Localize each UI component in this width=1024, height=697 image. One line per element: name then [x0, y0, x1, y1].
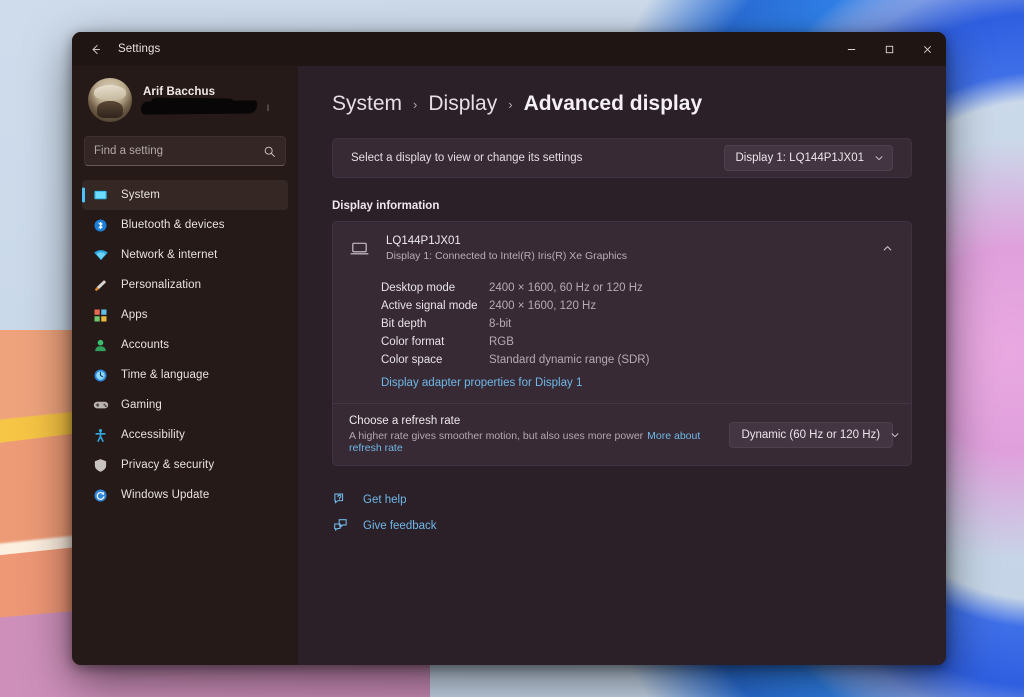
search-input[interactable]: [94, 145, 263, 157]
refresh-rate-description: A higher rate gives smoother motion, but…: [349, 430, 644, 442]
settings-window: Settings Arif Bacchus l Find a setting S…: [72, 32, 946, 665]
main-content: System › Display › Advanced display Sele…: [298, 66, 946, 665]
feedback-icon: [332, 518, 348, 533]
account-email-redacted: l: [140, 99, 269, 115]
sidebar-item-label: System: [121, 189, 160, 201]
footer-link-label: Get help: [363, 493, 407, 506]
monitor-connection: Display 1: Connected to Intel(R) Iris(R)…: [386, 250, 628, 262]
spec-key: Color format: [381, 336, 445, 348]
spec-key: Color space: [381, 354, 443, 366]
display-information-title: Display information: [332, 200, 440, 212]
display-select-value: Display 1: LQ144P1JX01: [735, 152, 865, 164]
sidebar-item-label: Accounts: [121, 339, 170, 351]
sidebar-item-bluetooth-devices[interactable]: Bluetooth & devices: [82, 210, 288, 240]
spec-value: Standard dynamic range (SDR): [489, 354, 650, 366]
breadcrumb-item-system[interactable]: System: [332, 92, 402, 116]
help-question-icon: [332, 492, 348, 507]
display-header-row[interactable]: LQ144P1JX01 Display 1: Connected to Inte…: [333, 222, 911, 275]
sidebar-item-label: Bluetooth & devices: [121, 219, 225, 231]
spec-row: Active signal mode 2400 × 1600, 120 Hz: [333, 297, 911, 315]
gamepad-icon: [92, 397, 109, 414]
title-bar: Settings: [72, 32, 946, 66]
spec-row: Color format RGB: [333, 333, 911, 351]
footer-link-label: Give feedback: [363, 519, 437, 532]
bluetooth-icon: [92, 217, 109, 234]
wifi-icon: [92, 247, 109, 264]
breadcrumb-separator: ›: [508, 96, 513, 112]
monitor-name: LQ144P1JX01: [386, 235, 461, 247]
spec-row: Color space Standard dynamic range (SDR): [333, 351, 911, 369]
search-box[interactable]: [84, 136, 286, 166]
chevron-up-icon[interactable]: [882, 243, 893, 254]
window-controls: [832, 32, 946, 66]
laptop-display-icon: [349, 238, 371, 259]
sidebar-item-network-internet[interactable]: Network & internet: [82, 240, 288, 270]
sidebar-item-label: Privacy & security: [121, 459, 215, 471]
spec-key: Active signal mode: [381, 300, 478, 312]
sidebar-item-label: Gaming: [121, 399, 162, 411]
display-specs-list: Desktop mode 2400 × 1600, 60 Hz or 120 H…: [333, 275, 911, 403]
spec-value: RGB: [489, 336, 514, 348]
refresh-rate-value: Dynamic (60 Hz or 120 Hz): [741, 428, 881, 441]
sidebar-item-apps[interactable]: Apps: [82, 300, 288, 330]
minimize-button[interactable]: [832, 32, 870, 66]
breadcrumb-separator: ›: [413, 96, 418, 112]
sidebar-item-privacy-security[interactable]: Privacy & security: [82, 450, 288, 480]
paintbrush-icon: [92, 277, 109, 294]
spec-key: Bit depth: [381, 318, 427, 330]
footer-links: Get help Give feedback: [332, 492, 912, 533]
spec-value: 2400 × 1600, 60 Hz or 120 Hz: [489, 282, 643, 294]
accessibility-icon: [92, 427, 109, 444]
sidebar-nav: System Bluetooth & devices Network & int…: [82, 180, 288, 510]
system-icon: [92, 187, 109, 204]
spec-value: 2400 × 1600, 120 Hz: [489, 300, 597, 312]
chevron-down-icon: [890, 430, 900, 440]
update-icon: [92, 487, 109, 504]
select-display-card: Select a display to view or change its s…: [332, 138, 912, 178]
spec-row: Bit depth 8-bit: [333, 315, 911, 333]
clock-icon: [92, 367, 109, 384]
sidebar-item-accessibility[interactable]: Accessibility: [82, 420, 288, 450]
sidebar-item-label: Time & language: [121, 369, 210, 381]
sidebar-item-label: Apps: [121, 309, 148, 321]
chevron-down-icon: [874, 153, 884, 163]
sidebar-item-gaming[interactable]: Gaming: [82, 390, 288, 420]
refresh-rate-row: Choose a refresh rate A higher rate give…: [333, 404, 911, 465]
avatar: [88, 78, 132, 122]
search-icon: [263, 145, 276, 158]
refresh-rate-title: Choose a refresh rate: [349, 415, 461, 427]
sidebar-item-label: Accessibility: [121, 429, 185, 441]
shield-icon: [92, 457, 109, 474]
apps-icon: [92, 307, 109, 324]
get-help-link[interactable]: Get help: [332, 492, 912, 507]
breadcrumb: System › Display › Advanced display: [332, 92, 912, 116]
accounts-icon: [92, 337, 109, 354]
maximize-button[interactable]: [870, 32, 908, 66]
refresh-rate-dropdown[interactable]: Dynamic (60 Hz or 120 Hz): [729, 421, 899, 448]
account-name: Arif Bacchus: [143, 85, 216, 98]
close-button[interactable]: [908, 32, 946, 66]
sidebar-item-windows-update[interactable]: Windows Update: [82, 480, 288, 510]
spec-row: Desktop mode 2400 × 1600, 60 Hz or 120 H…: [333, 279, 911, 297]
breadcrumb-item-display[interactable]: Display: [428, 92, 497, 116]
display-adapter-properties-link[interactable]: Display adapter properties for Display 1: [333, 369, 911, 391]
display-select-dropdown[interactable]: Display 1: LQ144P1JX01: [723, 145, 893, 171]
sidebar-item-label: Personalization: [121, 279, 202, 291]
sidebar-item-personalization[interactable]: Personalization: [82, 270, 288, 300]
account-block[interactable]: Arif Bacchus l: [82, 66, 288, 128]
select-display-label: Select a display to view or change its s…: [351, 152, 583, 164]
sidebar-item-accounts[interactable]: Accounts: [82, 330, 288, 360]
sidebar-item-label: Network & internet: [121, 249, 218, 261]
sidebar-item-time-language[interactable]: Time & language: [82, 360, 288, 390]
sidebar-item-system[interactable]: System: [82, 180, 288, 210]
sidebar-item-label: Windows Update: [121, 489, 210, 501]
display-information-card: LQ144P1JX01 Display 1: Connected to Inte…: [332, 221, 912, 466]
spec-key: Desktop mode: [381, 282, 456, 294]
give-feedback-link[interactable]: Give feedback: [332, 518, 912, 533]
window-title: Settings: [118, 43, 161, 55]
breadcrumb-item-advanced-display: Advanced display: [523, 92, 703, 115]
spec-value: 8-bit: [489, 318, 512, 330]
back-button[interactable]: [80, 36, 110, 62]
sidebar: Arif Bacchus l Find a setting System Blu…: [72, 66, 298, 665]
